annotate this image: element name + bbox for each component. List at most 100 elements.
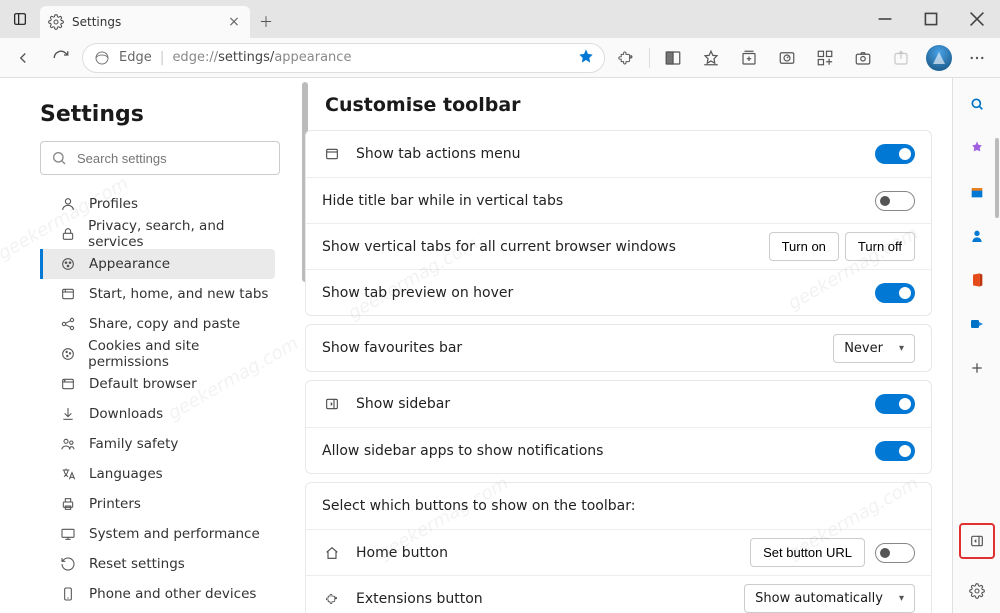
performance-icon[interactable] <box>770 41 804 75</box>
hide-sidebar-icon[interactable] <box>965 529 989 553</box>
button-set-home-url[interactable]: Set button URL <box>750 538 865 567</box>
screenshot-icon[interactable] <box>846 41 880 75</box>
tabs-icon <box>59 285 77 303</box>
row-label: Hide title bar while in vertical tabs <box>322 193 875 209</box>
search-sidebar-icon[interactable] <box>965 92 989 116</box>
reset-icon <box>59 555 77 573</box>
nav-item-downloads[interactable]: Downloads <box>40 399 275 429</box>
browser-tab[interactable]: Settings × <box>40 6 250 38</box>
nav-item-privacy-search-and-services[interactable]: Privacy, search, and services <box>40 219 275 249</box>
maximize-button[interactable] <box>908 0 954 38</box>
nav-item-appearance[interactable]: Appearance <box>40 249 275 279</box>
share-icon[interactable] <box>884 41 918 75</box>
settings-main: Customise toolbar Show tab actions menu … <box>305 78 952 613</box>
nav-item-label: Printers <box>89 496 141 512</box>
apps-icon[interactable] <box>808 41 842 75</box>
refresh-button[interactable] <box>44 41 78 75</box>
address-url: edge://settings/appearance <box>172 50 570 65</box>
button-turn-off[interactable]: Turn off <box>845 232 915 261</box>
row-tab-actions: Show tab actions menu <box>306 131 931 177</box>
settings-nav-list: Profiles Privacy, search, and servicesApp… <box>40 189 305 613</box>
row-label: Show tab preview on hover <box>322 285 875 301</box>
search-input[interactable] <box>75 150 269 167</box>
new-tab-button[interactable]: ＋ <box>250 6 282 38</box>
outlook-sidebar-icon[interactable] <box>965 312 989 336</box>
close-tab-icon[interactable]: × <box>226 14 242 30</box>
appearance-icon <box>59 255 77 273</box>
toggle-sidebar-notifications[interactable] <box>875 441 915 461</box>
toggle-tab-preview[interactable] <box>875 283 915 303</box>
nav-item-phone-and-other-devices[interactable]: Phone and other devices <box>40 579 275 609</box>
chevron-down-icon: ▾ <box>899 343 904 354</box>
row-extensions-button: Extensions button Show automatically▾ <box>306 575 931 613</box>
home-icon <box>322 545 342 561</box>
nav-item-profiles[interactable]: Profiles <box>40 189 275 219</box>
hide-sidebar-highlight <box>959 523 995 559</box>
favourite-star-icon[interactable] <box>578 48 594 68</box>
nav-item-label: Privacy, search, and services <box>88 218 275 250</box>
nav-item-label: Reset settings <box>89 556 185 572</box>
row-label: Home button <box>356 545 750 561</box>
edge-sidebar <box>952 78 1000 613</box>
button-turn-on[interactable]: Turn on <box>769 232 839 261</box>
nav-item-family-safety[interactable]: Family safety <box>40 429 275 459</box>
nav-item-printers[interactable]: Printers <box>40 489 275 519</box>
gear-icon <box>48 14 64 30</box>
settings-page: Settings ProfilesPrivacy, search, and se… <box>0 78 952 613</box>
nav-item-share-copy-and-paste[interactable]: Share, copy and paste <box>40 309 275 339</box>
system-icon <box>59 525 77 543</box>
discover-sidebar-icon[interactable] <box>965 136 989 160</box>
sidebar-icon <box>322 396 342 412</box>
more-menu-icon[interactable] <box>960 41 994 75</box>
nav-item-label: Profiles <box>89 196 138 212</box>
address-product-label: Edge <box>119 50 152 65</box>
dropdown-extensions-button[interactable]: Show automatically▾ <box>744 584 915 613</box>
settings-search[interactable] <box>40 141 280 175</box>
nav-item-reset-settings[interactable]: Reset settings <box>40 549 275 579</box>
nav-item-default-browser[interactable]: Default browser <box>40 369 275 399</box>
tab-actions-icon <box>322 146 342 162</box>
dropdown-favourites-bar[interactable]: Never▾ <box>833 334 915 363</box>
toggle-hide-titlebar[interactable] <box>875 191 915 211</box>
sidebar-scrollbar-thumb[interactable] <box>995 138 999 218</box>
nav-item-cookies-and-site-permissions[interactable]: Cookies and site permissions <box>40 339 275 369</box>
minimize-button[interactable] <box>862 0 908 38</box>
nav-item-label: Start, home, and new tabs <box>89 286 268 302</box>
office-sidebar-icon[interactable] <box>965 268 989 292</box>
sidebar-settings-icon[interactable] <box>965 579 989 603</box>
chevron-down-icon: ▾ <box>899 593 904 604</box>
nav-item-label: Downloads <box>89 406 163 422</box>
row-vertical-tabs: Show vertical tabs for all current brows… <box>306 223 931 269</box>
family-icon <box>59 435 77 453</box>
games-sidebar-icon[interactable] <box>965 224 989 248</box>
toggle-show-sidebar[interactable] <box>875 394 915 414</box>
split-screen-icon[interactable] <box>656 41 690 75</box>
add-sidebar-icon[interactable] <box>965 356 989 380</box>
extension-icon <box>322 591 342 607</box>
nav-item-start-home-and-new-tabs[interactable]: Start, home, and new tabs <box>40 279 275 309</box>
close-window-button[interactable] <box>954 0 1000 38</box>
cookie-icon <box>59 345 76 363</box>
collections-icon[interactable] <box>732 41 766 75</box>
row-label: Extensions button <box>356 591 744 607</box>
window-controls <box>862 0 1000 38</box>
nav-item-languages[interactable]: Languages <box>40 459 275 489</box>
back-button[interactable] <box>6 41 40 75</box>
nav-item-system-and-performance[interactable]: System and performance <box>40 519 275 549</box>
row-show-sidebar: Show sidebar <box>306 381 931 427</box>
address-bar[interactable]: Edge | edge://settings/appearance <box>82 43 605 73</box>
toggle-home-button[interactable] <box>875 543 915 563</box>
row-tab-preview: Show tab preview on hover <box>306 269 931 315</box>
toggle-tab-actions[interactable] <box>875 144 915 164</box>
nav-item-accessibility[interactable]: Accessibility <box>40 609 275 613</box>
row-sidebar-notifications: Allow sidebar apps to show notifications <box>306 427 931 473</box>
row-hide-titlebar: Hide title bar while in vertical tabs <box>306 177 931 223</box>
phone-icon <box>59 585 77 603</box>
shopping-sidebar-icon[interactable] <box>965 180 989 204</box>
favourites-icon[interactable] <box>694 41 728 75</box>
extensions-icon[interactable] <box>609 41 643 75</box>
profile-avatar[interactable] <box>922 41 956 75</box>
tab-actions-button[interactable] <box>0 0 40 38</box>
nav-item-label: Share, copy and paste <box>89 316 240 332</box>
row-label: Allow sidebar apps to show notifications <box>322 443 875 459</box>
